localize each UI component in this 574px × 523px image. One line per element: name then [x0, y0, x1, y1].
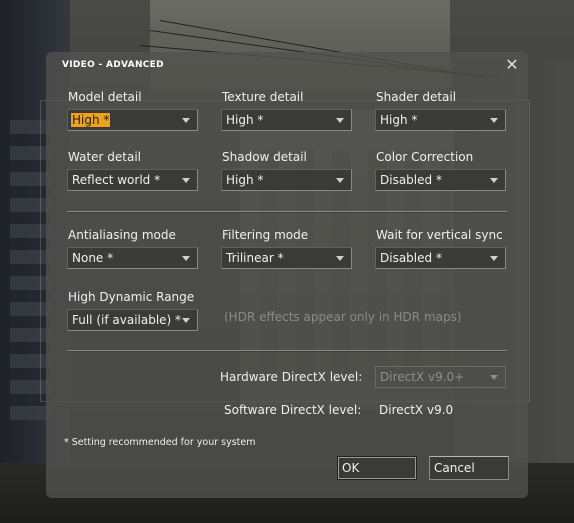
video-advanced-dialog: VIDEO - ADVANCED ✕ Model detail High * T…	[46, 52, 528, 498]
model-detail-value: High *	[71, 113, 111, 127]
chevron-down-icon	[182, 118, 190, 123]
chevron-down-icon	[490, 375, 498, 380]
chevron-down-icon	[490, 178, 498, 183]
texture-detail-label: Texture detail	[222, 90, 304, 104]
filtering-mode-value: Trilinear *	[226, 251, 284, 265]
hardware-directx-label: Hardware DirectX level:	[220, 370, 363, 384]
shadow-detail-dropdown[interactable]: High *	[221, 169, 352, 191]
filtering-mode-label: Filtering mode	[222, 228, 309, 242]
close-icon[interactable]: ✕	[504, 57, 520, 73]
shader-detail-label: Shader detail	[376, 90, 457, 104]
hdr-note: (HDR effects appear only in HDR maps)	[224, 310, 462, 324]
vsync-value: Disabled *	[380, 251, 442, 265]
cancel-button-label: Cancel	[434, 461, 475, 475]
chevron-down-icon	[336, 256, 344, 261]
texture-detail-dropdown[interactable]: High *	[221, 109, 352, 131]
water-detail-label: Water detail	[68, 150, 142, 164]
shader-detail-value: High *	[380, 113, 418, 127]
dialog-title: VIDEO - ADVANCED	[62, 60, 164, 70]
divider	[67, 350, 507, 352]
filtering-mode-dropdown[interactable]: Trilinear *	[221, 247, 352, 269]
chevron-down-icon	[490, 118, 498, 123]
chevron-down-icon	[490, 256, 498, 261]
color-correction-dropdown[interactable]: Disabled *	[375, 169, 506, 191]
antialiasing-mode-value: None *	[72, 251, 114, 265]
hdr-label: High Dynamic Range	[68, 290, 195, 304]
chevron-down-icon	[336, 178, 344, 183]
ok-button-label: OK	[342, 461, 360, 475]
ok-button[interactable]: OK	[337, 456, 417, 480]
antialiasing-mode-label: Antialiasing mode	[68, 228, 176, 242]
water-detail-value: Reflect world *	[72, 173, 161, 187]
model-detail-dropdown[interactable]: High *	[67, 109, 198, 131]
shadow-detail-value: High *	[226, 173, 264, 187]
chevron-down-icon	[182, 318, 190, 323]
chevron-down-icon	[336, 118, 344, 123]
hardware-directx-value: DirectX v9.0+	[380, 370, 465, 384]
hdr-dropdown[interactable]: Full (if available) *	[67, 309, 198, 331]
software-directx-label: Software DirectX level:	[224, 403, 362, 417]
chevron-down-icon	[182, 178, 190, 183]
software-directx-value: DirectX v9.0	[379, 403, 454, 417]
divider	[67, 211, 507, 213]
recommended-footnote: * Setting recommended for your system	[64, 437, 256, 448]
water-detail-dropdown[interactable]: Reflect world *	[67, 169, 198, 191]
vsync-dropdown[interactable]: Disabled *	[375, 247, 506, 269]
color-correction-label: Color Correction	[376, 150, 474, 164]
vsync-label: Wait for vertical sync	[376, 228, 503, 242]
shadow-detail-label: Shadow detail	[222, 150, 307, 164]
model-detail-label: Model detail	[68, 90, 142, 104]
texture-detail-value: High *	[226, 113, 264, 127]
antialiasing-mode-dropdown[interactable]: None *	[67, 247, 198, 269]
shader-detail-dropdown[interactable]: High *	[375, 109, 506, 131]
hardware-directx-dropdown: DirectX v9.0+	[375, 366, 506, 388]
hdr-value: Full (if available) *	[72, 313, 182, 327]
color-correction-value: Disabled *	[380, 173, 442, 187]
chevron-down-icon	[182, 256, 190, 261]
cancel-button[interactable]: Cancel	[429, 456, 509, 480]
